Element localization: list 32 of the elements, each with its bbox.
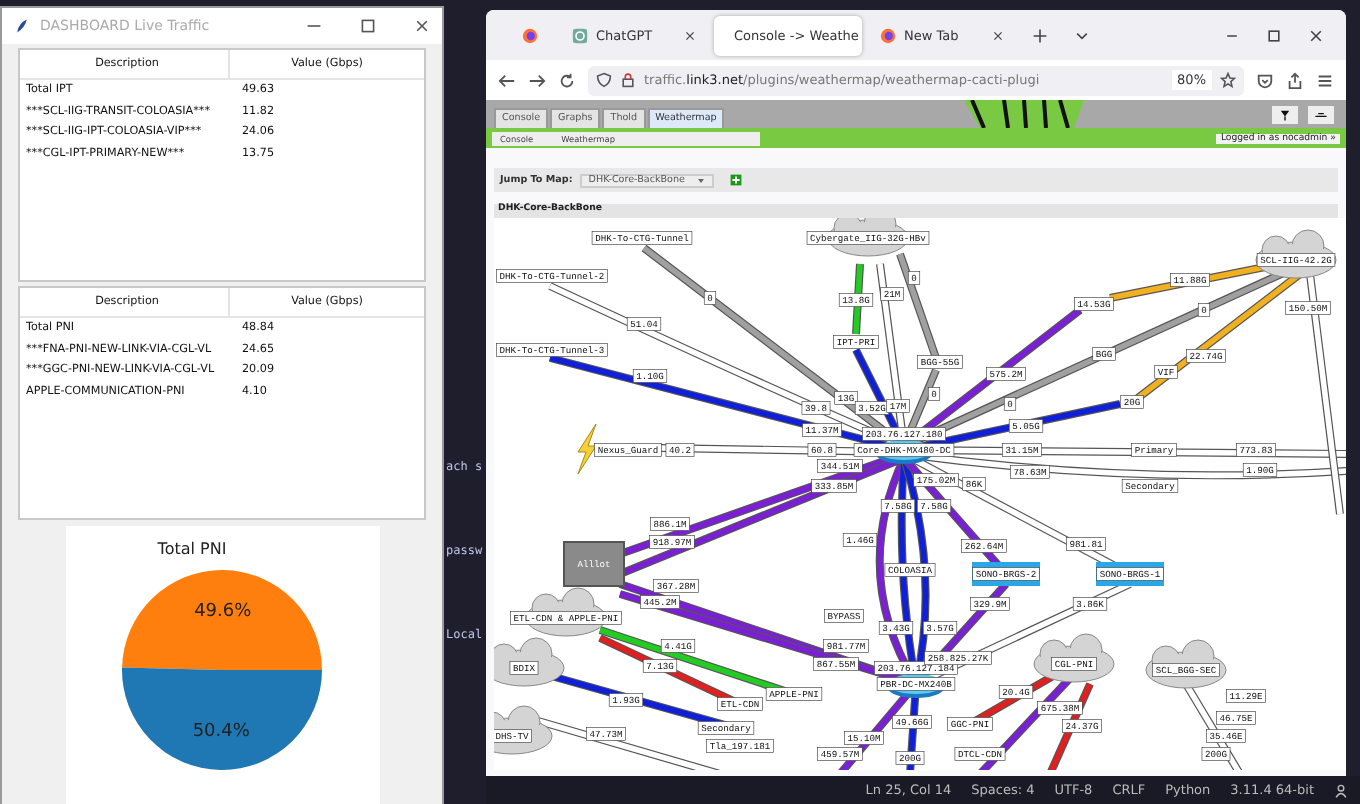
- close-icon[interactable]: [684, 29, 696, 41]
- chart-title: Total PNI: [157, 540, 227, 559]
- back-icon[interactable]: [498, 71, 516, 89]
- slice-label: 50.4%: [192, 722, 250, 743]
- share-icon[interactable]: [1286, 71, 1304, 89]
- chevron-down-icon[interactable]: [1074, 27, 1090, 43]
- tree-view-button[interactable]: [1272, 106, 1298, 124]
- person-icon[interactable]: [1334, 783, 1348, 797]
- forward-icon[interactable]: [528, 71, 546, 89]
- reload-icon[interactable]: [558, 71, 576, 89]
- pocket-icon[interactable]: [1256, 71, 1274, 89]
- chatgpt-icon: [572, 27, 588, 43]
- menu-icon[interactable]: [1316, 71, 1334, 89]
- lightning-icon: [577, 423, 597, 475]
- maximize-icon[interactable]: [360, 17, 376, 34]
- close-icon[interactable]: [414, 17, 430, 34]
- close-icon[interactable]: [992, 29, 1004, 41]
- feather-icon: [14, 17, 30, 34]
- add-icon[interactable]: [730, 174, 743, 186]
- slice-label: 49.6%: [194, 602, 252, 623]
- firefox-icon: [522, 27, 538, 43]
- firefox-icon: [880, 27, 896, 43]
- list-view-button[interactable]: [1308, 106, 1334, 124]
- funnel-icon: [1278, 108, 1292, 122]
- lock-icon: [620, 72, 636, 88]
- shield-icon: [596, 72, 612, 88]
- lines-icon: [1314, 108, 1328, 122]
- close-icon[interactable]: [1308, 27, 1324, 43]
- caret-icon: [696, 175, 707, 185]
- plus-icon[interactable]: [1032, 27, 1048, 43]
- star-icon[interactable]: [1220, 72, 1236, 88]
- maximize-icon[interactable]: [1266, 27, 1282, 43]
